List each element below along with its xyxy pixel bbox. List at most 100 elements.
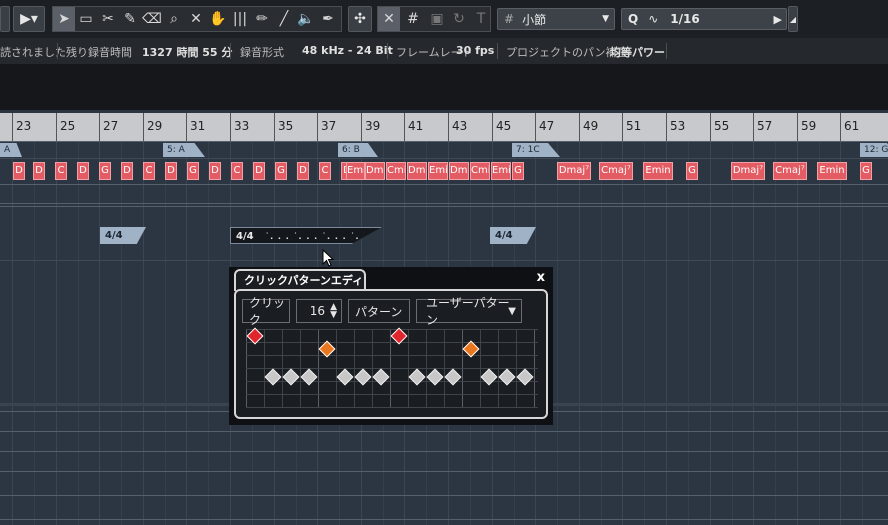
cursor-snap-icon[interactable]: ▣ [426, 7, 448, 31]
chord-event[interactable]: Cmaj⁷ [599, 162, 633, 180]
tempo-icon[interactable]: T [470, 7, 492, 31]
auto-scroll-icon[interactable]: ✣ [348, 6, 372, 32]
route-icon[interactable]: ▶▾ [13, 6, 45, 32]
chord-event[interactable]: Dmaj⁷ [557, 162, 591, 180]
ruler-tick [710, 113, 711, 141]
beat-line [557, 141, 558, 525]
marker-tag[interactable]: 7: 1C [512, 143, 560, 157]
divider [57, 43, 58, 59]
chord-event[interactable]: Cmi [386, 162, 406, 180]
chord-event[interactable]: C [231, 162, 243, 180]
chord-event[interactable]: Cmaj⁷ [773, 162, 807, 180]
ruler-tick [274, 113, 275, 141]
quantize-dropdown[interactable]: Q ∿ 1/16 ▶ [621, 8, 787, 30]
marker-tag[interactable]: 6: B [338, 143, 378, 157]
chord-event[interactable]: Emi [491, 162, 511, 180]
normal-step[interactable] [264, 368, 282, 386]
click-label: クリック [249, 296, 286, 327]
chord-event[interactable]: G [512, 162, 524, 180]
click-value: 16 [309, 304, 326, 318]
chord-event[interactable]: D [13, 162, 25, 180]
range-icon[interactable]: ▭ [75, 7, 97, 31]
glue-icon[interactable]: ✎ [119, 7, 141, 31]
toolbar-left-edge[interactable] [0, 6, 10, 32]
ruler-tick [579, 113, 580, 141]
erase-icon[interactable]: ⌫ [141, 7, 163, 31]
normal-step[interactable] [516, 368, 534, 386]
zoom-icon[interactable]: ⌕ [163, 7, 185, 31]
signature-event[interactable]: 4/4 [100, 227, 146, 244]
ruler-tick [753, 113, 754, 141]
beat-line [34, 141, 35, 525]
chord-event[interactable]: Cmi [470, 162, 490, 180]
ruler-bar-number: 55 [714, 119, 730, 133]
audition-icon[interactable]: 🔈 [295, 7, 317, 31]
close-button[interactable]: x [537, 270, 545, 285]
chord-event[interactable]: Dmi [407, 162, 427, 180]
click-step-grid[interactable] [246, 327, 538, 408]
normal-step[interactable] [300, 368, 318, 386]
normal-step[interactable] [354, 368, 372, 386]
line-icon[interactable]: ╱ [273, 7, 295, 31]
normal-step[interactable] [408, 368, 426, 386]
chord-event[interactable]: Dmi [365, 162, 385, 180]
chord-event[interactable]: Emin [817, 162, 847, 180]
signature-event[interactable]: 4/4 [490, 227, 536, 244]
chord-event[interactable]: D [297, 162, 309, 180]
click-stepper[interactable]: 16 ▲ ▼ [296, 299, 342, 323]
beat-line [78, 141, 79, 525]
snap-grid-icon[interactable]: # [402, 7, 424, 31]
marker-tag[interactable]: 5: A [163, 143, 205, 157]
snap-icon[interactable]: ✕ [378, 7, 400, 31]
stepper-arrows-icon[interactable]: ▲ ▼ [330, 303, 337, 320]
chord-event[interactable]: C [143, 162, 155, 180]
chord-event[interactable]: D [253, 162, 265, 180]
normal-step[interactable] [336, 368, 354, 386]
chord-event[interactable]: D [77, 162, 89, 180]
color-icon[interactable]: ✒ [317, 7, 339, 31]
beat-line [121, 141, 122, 525]
chord-event[interactable]: D [209, 162, 221, 180]
normal-step[interactable] [444, 368, 462, 386]
chord-event[interactable]: Dmaj⁷ [731, 162, 765, 180]
split-icon[interactable]: ✂ [97, 7, 119, 31]
chord-event[interactable]: G [686, 162, 698, 180]
pattern-dropdown[interactable]: ユーザーパターン ▼ [416, 296, 522, 327]
toolbar-menu-button[interactable]: ◢ [788, 6, 798, 32]
normal-step[interactable] [282, 368, 300, 386]
mute-icon[interactable]: ✕ [185, 7, 207, 31]
signature-event[interactable]: 4/4 ˙. . . ˙. . . ˙. . . ˙. . . [230, 227, 382, 244]
ruler-tick [448, 113, 449, 141]
chord-event[interactable]: G [275, 162, 287, 180]
chord-event[interactable]: G [187, 162, 199, 180]
chord-event[interactable]: G [99, 162, 111, 180]
chord-event[interactable]: C [319, 162, 331, 180]
chord-event[interactable]: G [860, 162, 872, 180]
remaining-label: 残り録音時間 [66, 46, 132, 59]
chord-event[interactable]: D [121, 162, 133, 180]
iterative-icon[interactable]: ↻ [448, 7, 470, 31]
normal-step[interactable] [372, 368, 390, 386]
ruler-tick [404, 113, 405, 141]
remaining-value: 1327 時間 55 分 [142, 46, 233, 59]
time-warp-icon[interactable]: ✋ [207, 7, 229, 31]
chord-event[interactable]: Emin [643, 162, 673, 180]
marker-tag[interactable]: 12: G [860, 143, 888, 157]
marker-tag[interactable]: A [0, 143, 22, 157]
chord-event[interactable]: Dmi [449, 162, 469, 180]
comp-icon[interactable]: ||| [229, 7, 251, 31]
bar-line [579, 141, 580, 525]
chord-event[interactable]: Emi [346, 162, 365, 180]
ruler[interactable]: 23 25 27 29 31 33 35 37 39 41 43 45 47 49 51 53 55 57 59 61 [0, 113, 888, 142]
grid-type-dropdown[interactable]: # 小節 ▼ [497, 8, 615, 30]
normal-step[interactable] [426, 368, 444, 386]
pattern-value: ユーザーパターン [426, 296, 510, 327]
draw-icon[interactable]: ✏ [251, 7, 273, 31]
pointer-icon[interactable]: ➤ [53, 7, 75, 31]
chord-event[interactable]: C [55, 162, 67, 180]
chord-event[interactable]: D [33, 162, 45, 180]
chord-event[interactable]: D [165, 162, 177, 180]
normal-step[interactable] [498, 368, 516, 386]
chord-event[interactable]: Emi [428, 162, 448, 180]
normal-step[interactable] [480, 368, 498, 386]
